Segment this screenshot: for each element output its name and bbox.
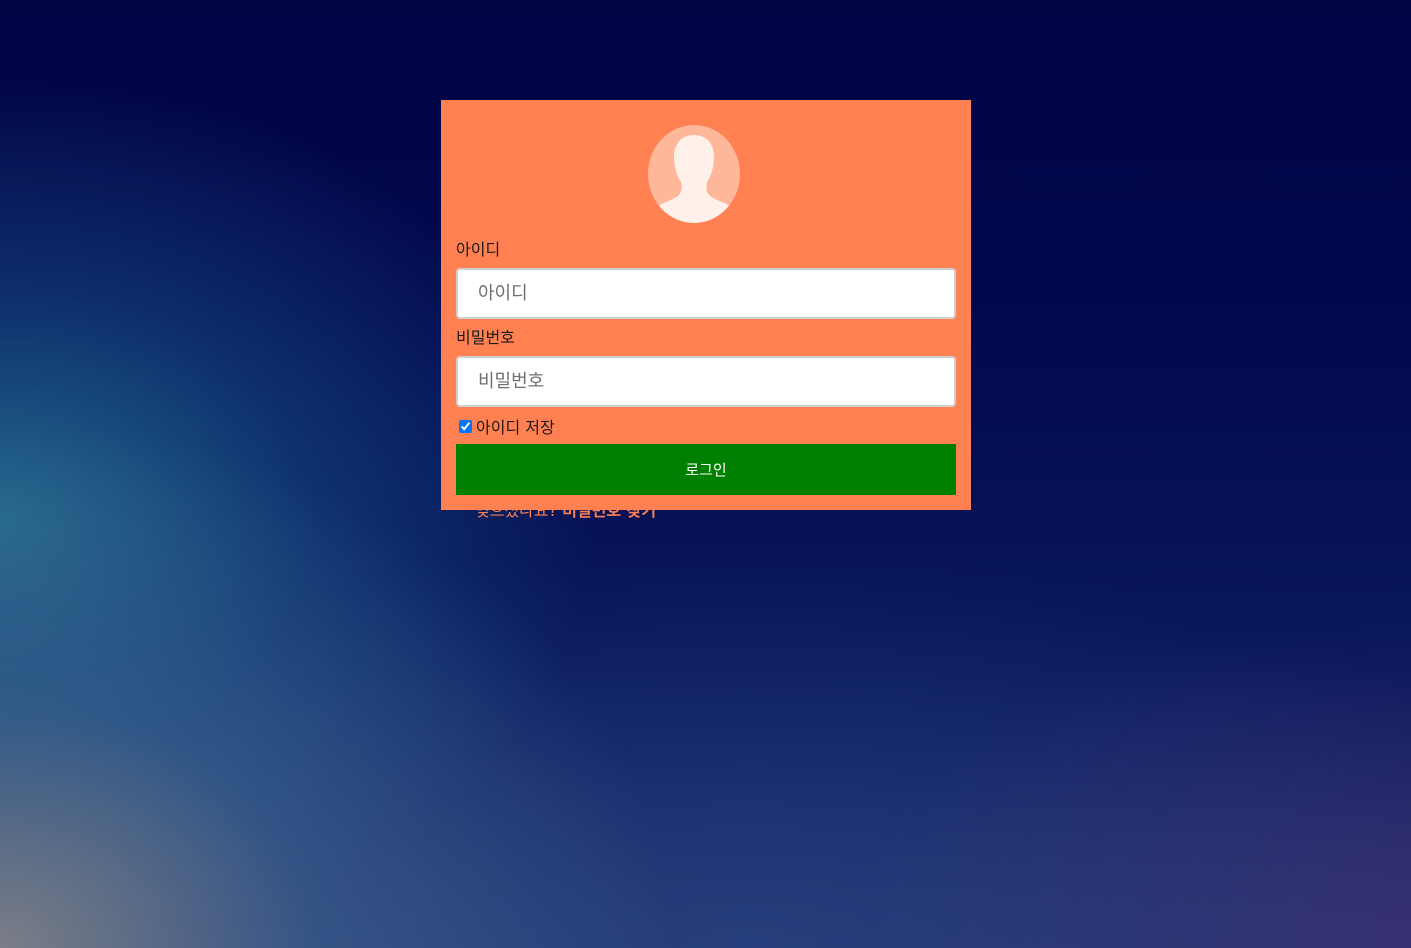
user-avatar-icon xyxy=(648,125,740,223)
remember-id-label[interactable]: 아이디 저장 xyxy=(476,414,555,438)
remember-id-row: 아이디 저장 xyxy=(459,415,555,437)
password-label: 비밀번호 xyxy=(456,328,515,347)
id-label: 아이디 xyxy=(456,240,501,259)
login-card: 아이디 비밀번호 아이디 저장 로그인 xyxy=(441,100,971,510)
password-input[interactable] xyxy=(456,356,956,407)
id-input[interactable] xyxy=(456,268,956,319)
login-button[interactable]: 로그인 xyxy=(456,444,956,495)
remember-id-checkbox[interactable] xyxy=(459,419,472,433)
